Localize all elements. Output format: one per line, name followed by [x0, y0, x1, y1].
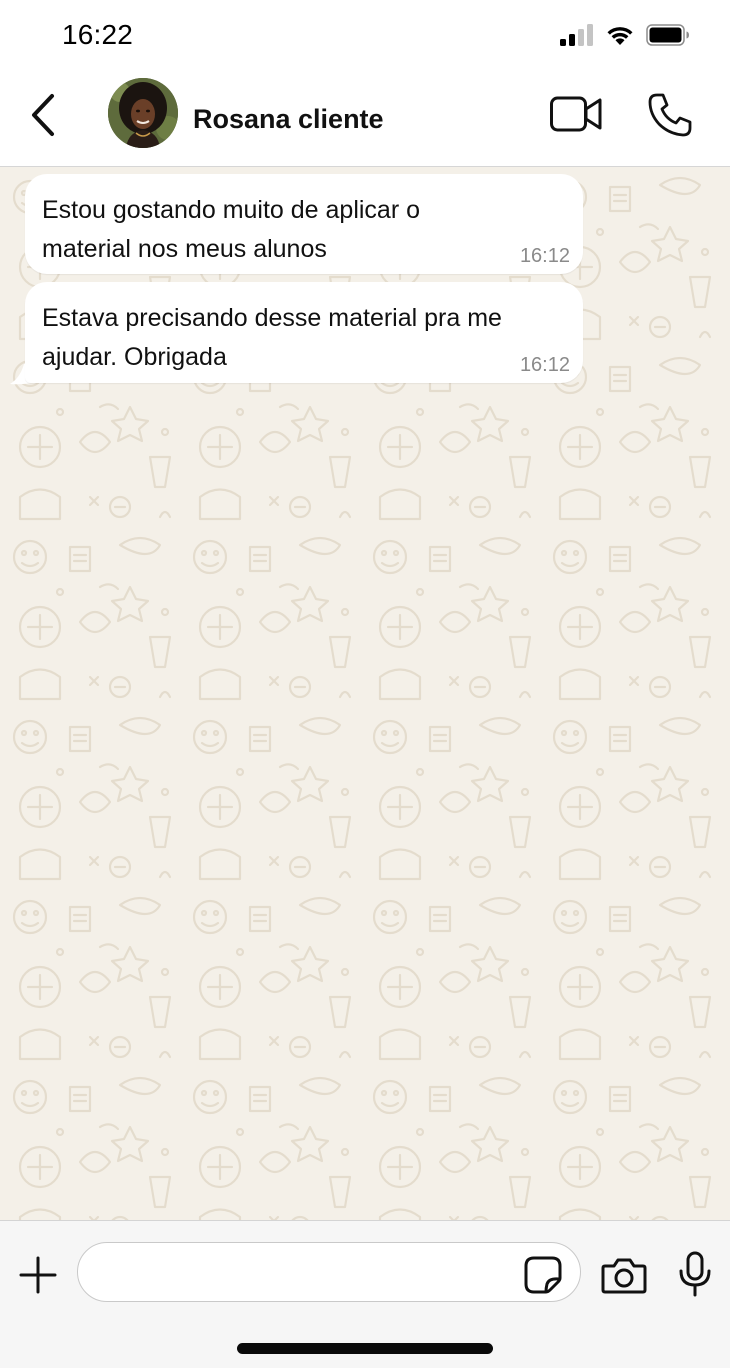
- message-time: 16:12: [519, 245, 570, 267]
- status-time: 16:22: [62, 19, 134, 50]
- phone-icon: [648, 93, 692, 137]
- message-time: 16:12: [519, 354, 570, 376]
- status-bar: 16:22: [0, 0, 730, 70]
- avatar[interactable]: [108, 78, 178, 148]
- attach-button[interactable]: [18, 1255, 58, 1295]
- video-call-button[interactable]: [549, 94, 603, 134]
- signal-icon: [560, 24, 593, 46]
- message-bubble[interactable]: Estava precisando desse material pra me …: [25, 282, 583, 383]
- chat-area[interactable]: Estou gostando muito de aplicar o materi…: [0, 167, 730, 1220]
- microphone-icon: [679, 1251, 711, 1297]
- camera-icon: [601, 1258, 647, 1294]
- sticker-button[interactable]: [524, 1256, 562, 1294]
- message-text: Estava precisando desse material pra me …: [42, 304, 502, 371]
- camera-button[interactable]: [601, 1256, 647, 1294]
- back-button[interactable]: [26, 92, 62, 138]
- chat-header: Rosana cliente: [0, 70, 730, 167]
- voice-call-button[interactable]: [647, 92, 693, 138]
- plus-icon: [19, 1256, 57, 1294]
- voice-message-button[interactable]: [678, 1251, 712, 1297]
- message-bubble[interactable]: Estou gostando muito de aplicar o materi…: [25, 174, 583, 274]
- contact-name[interactable]: Rosana cliente: [193, 104, 384, 135]
- chat-screen: 16:22 Rosana cliente Estou gostando muit…: [0, 0, 730, 1368]
- message-text: Estou gostando muito de aplicar o materi…: [42, 196, 421, 263]
- status-icons: [560, 22, 690, 48]
- video-call-icon: [550, 96, 602, 132]
- battery-icon: [646, 24, 689, 46]
- sticker-icon: [524, 1256, 562, 1294]
- home-indicator[interactable]: [237, 1343, 493, 1354]
- back-icon: [32, 94, 54, 136]
- wifi-icon: [607, 27, 633, 45]
- message-input[interactable]: [77, 1242, 581, 1302]
